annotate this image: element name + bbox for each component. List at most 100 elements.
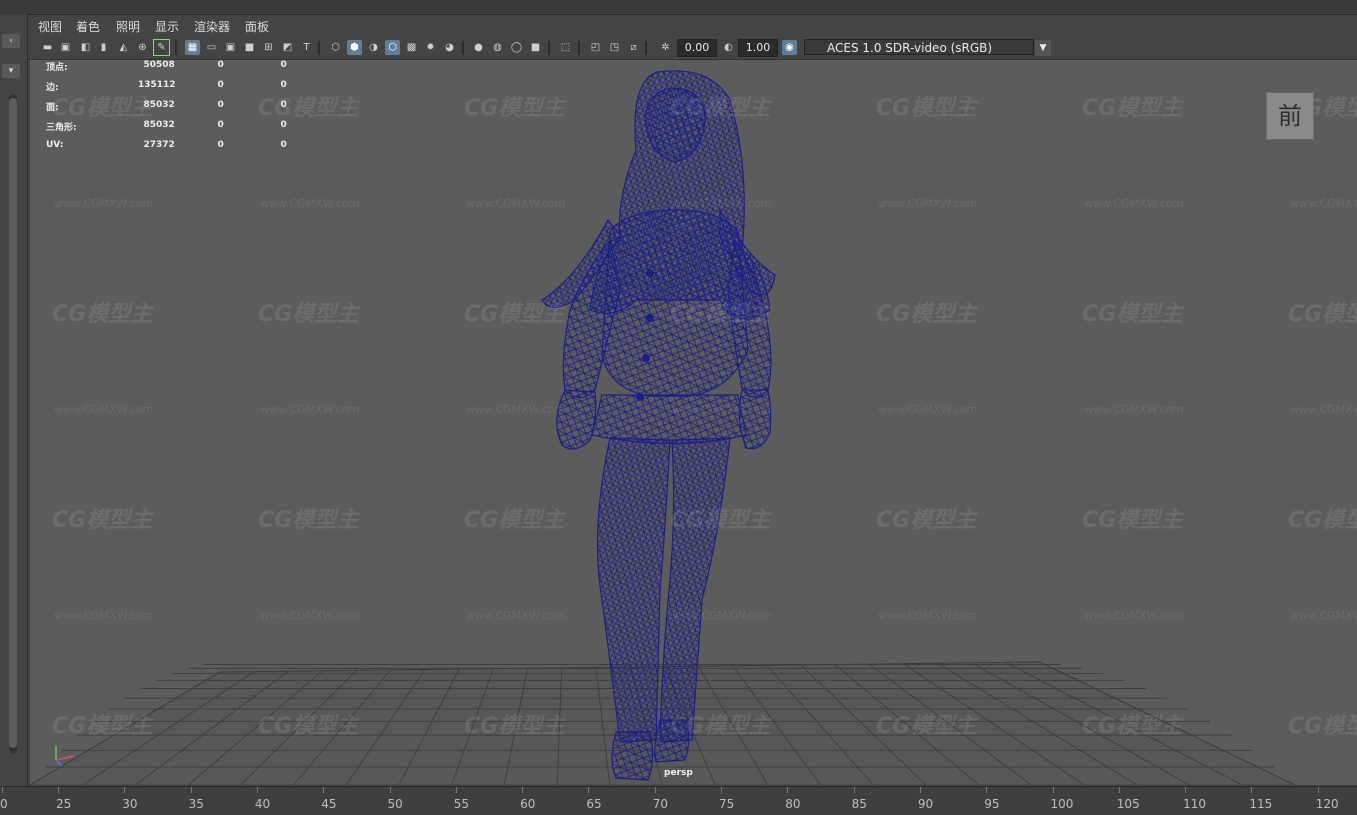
watermark-url: www.CGMXW.com xyxy=(466,197,566,210)
gamma-icon[interactable]: ◐ xyxy=(721,40,736,55)
watermark-url: www.CGMXW.com xyxy=(260,609,360,622)
watermark-logo: CG模型主 xyxy=(464,508,565,533)
bookmark-camera-icon[interactable]: ◧ xyxy=(78,40,93,55)
camera-icon[interactable]: ▬ xyxy=(40,40,55,55)
left-side-panel: ‹ ▾ xyxy=(0,14,28,786)
wireframe-icon[interactable]: ⬡ xyxy=(328,40,343,55)
exposure-field[interactable]: 0.00 xyxy=(677,39,717,57)
timeline-tick-mark xyxy=(588,787,590,793)
menu-renderer[interactable]: 渲染器 xyxy=(194,18,230,35)
watermark-logo: CG模型主 xyxy=(670,96,771,121)
timeline-tick-mark xyxy=(654,787,656,793)
watermark-logo: CG模型主 xyxy=(876,302,977,327)
bookmark-icon[interactable]: ▮ xyxy=(96,40,111,55)
timeline-tick-mark xyxy=(455,787,457,793)
safe-action-icon[interactable]: ◩ xyxy=(280,40,295,55)
collapse-arrow-icon[interactable]: ▾ xyxy=(2,64,20,78)
xray-joints-icon[interactable]: ⧄ xyxy=(626,40,641,55)
timeline-tick-label: 55 xyxy=(453,797,470,811)
watermark-url: www.CGMXW.com xyxy=(260,403,360,416)
timeline-tick-mark xyxy=(2,787,3,793)
menu-view[interactable]: 视图 xyxy=(38,18,62,35)
timeline-tick-label: 25 xyxy=(56,797,72,811)
timeline-tick-mark xyxy=(256,787,258,793)
2d-pan-zoom-icon[interactable]: ⊕ xyxy=(135,40,150,55)
timeline-tick-label: 0 xyxy=(0,797,8,811)
hud-label: 三角形: xyxy=(46,123,77,133)
hud-value: 0 xyxy=(217,60,224,70)
menu-show[interactable]: 显示 xyxy=(155,18,179,35)
xray-active-icon[interactable]: ◳ xyxy=(607,40,622,55)
grease-pencil-icon[interactable]: ✎ xyxy=(153,39,170,56)
watermark-url: www.CGMXW.com xyxy=(1290,403,1357,416)
wireframe-on-shaded-icon[interactable]: ⬡ xyxy=(385,40,400,55)
depth-of-field-icon[interactable]: ■ xyxy=(528,40,543,55)
default-material-icon[interactable]: ◑ xyxy=(366,40,381,55)
right-hand xyxy=(738,389,772,450)
timeline-tick-mark xyxy=(190,787,192,793)
watermark-url: www.CGMXW.com xyxy=(878,403,978,416)
hud-value: 0 xyxy=(280,140,287,150)
isolate-select-icon[interactable]: ⬚ xyxy=(558,40,573,55)
left-shoe xyxy=(611,731,654,781)
left-hand xyxy=(556,389,597,450)
time-slider[interactable]: 0 25 30 35 40 45 50 55 60 65 70 75 80 85 90 95 100 105 110… xyxy=(0,786,1357,815)
view-transform-dropdown[interactable]: ACES 1.0 SDR-video (sRGB) ▼ xyxy=(804,39,1051,56)
ambient-occlusion-icon[interactable]: ● xyxy=(471,40,486,55)
watermark-logo: CG模型主 xyxy=(670,714,771,739)
watermark-logo: CG模型主 xyxy=(1082,508,1183,533)
film-gate-icon[interactable]: ▭ xyxy=(204,40,219,55)
watermark-logo: CG模型主 xyxy=(1288,714,1357,739)
camera-label: persp xyxy=(664,768,693,778)
timeline-tick-mark xyxy=(323,787,325,793)
watermark-url: www.CGMXW.com xyxy=(1290,609,1357,622)
view-cube[interactable]: 前 xyxy=(1266,92,1314,140)
watermark-logo: CG模型主 xyxy=(258,302,359,327)
menu-panels[interactable]: 面板 xyxy=(245,18,269,35)
smooth-shade-icon[interactable]: ⬢ xyxy=(347,40,362,55)
timeline-tick-label: 40 xyxy=(254,797,271,811)
watermark-url: www.CGMXW.com xyxy=(1290,197,1357,210)
menu-lighting[interactable]: 照明 xyxy=(116,18,140,35)
top-strip xyxy=(0,0,1357,15)
camera-attributes-icon[interactable]: ▣ xyxy=(58,40,73,55)
perspective-viewport[interactable]: CG模型主 CG模型主 CG模型主 CG模型主 CG模型主 CG模型主 CG模型主 CG模型主… xyxy=(30,60,1357,785)
lights-icon[interactable]: ✹ xyxy=(423,40,438,55)
textured-icon[interactable]: ▩ xyxy=(404,40,419,55)
view-transform-value: ACES 1.0 SDR-video (sRGB) xyxy=(827,41,993,55)
watermark-url: www.CGMXW.com xyxy=(878,197,978,210)
toolbar-separator xyxy=(578,41,580,55)
watermark-logo: CG模型主 xyxy=(464,714,565,739)
watermark-url: www.CGMXW.com xyxy=(54,609,154,622)
timeline-tick-mark xyxy=(389,787,391,793)
menu-shading[interactable]: 着色 xyxy=(76,18,100,35)
watermark-logo: CG模型主 xyxy=(876,508,977,533)
timeline-tick-label: 50 xyxy=(387,797,403,811)
panel-toggle-button[interactable]: ‹ xyxy=(2,34,20,48)
gamma-field[interactable]: 1.00 xyxy=(738,39,778,57)
timeline-tick-label: 110 xyxy=(1183,797,1206,811)
motion-blur-icon[interactable]: ◍ xyxy=(490,40,505,55)
timeline-tick-mark xyxy=(986,787,988,793)
hud-value: 0 xyxy=(280,100,287,110)
image-plane-icon[interactable]: ◭ xyxy=(116,40,131,55)
hud-value: 0 xyxy=(280,80,287,90)
color-management-icon[interactable]: ◉ xyxy=(782,40,797,55)
panel-menu-bar: 视图 着色 照明 显示 渲染器 面板 xyxy=(28,15,1357,37)
xray-icon[interactable]: ◰ xyxy=(588,40,603,55)
safe-title-icon[interactable]: T xyxy=(299,40,314,55)
anti-aliasing-icon[interactable]: ◯ xyxy=(509,40,524,55)
grid-icon[interactable]: ▦ xyxy=(185,40,200,55)
shadows-icon[interactable]: ◕ xyxy=(442,40,457,55)
exposure-icon[interactable]: ✲ xyxy=(658,40,673,55)
watermark-url: www.CGMXW.com xyxy=(878,609,978,622)
hud-label: 边: xyxy=(46,83,59,93)
chevron-down-icon[interactable]: ▼ xyxy=(1035,40,1051,56)
field-chart-icon[interactable]: ⊞ xyxy=(261,40,276,55)
watermark-logo: CG模型主 xyxy=(258,508,359,533)
watermark-logo: CG模型主 xyxy=(670,302,771,327)
timeline-tick-mark xyxy=(1251,787,1253,793)
gate-mask-icon[interactable]: ■ xyxy=(242,40,257,55)
resolution-gate-icon[interactable]: ▣ xyxy=(223,40,238,55)
scrollbar-thumb[interactable] xyxy=(9,98,17,748)
